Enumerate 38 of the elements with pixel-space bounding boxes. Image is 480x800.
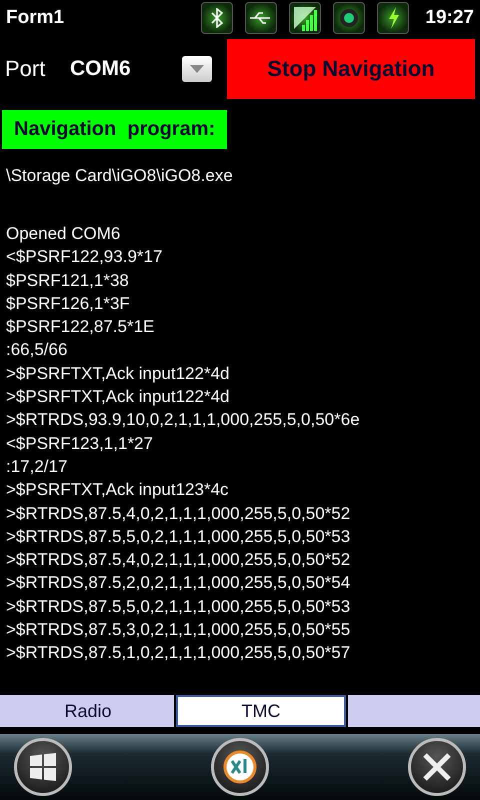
window-title: Form1 [6, 7, 66, 29]
camera-icon[interactable] [333, 2, 366, 34]
log-line: >$PSRFTXT,Ack input123*4c [6, 479, 230, 502]
battery-charging-icon[interactable] [377, 2, 410, 34]
close-icon [422, 752, 452, 782]
port-value: COM6 [70, 57, 132, 81]
bluetooth-icon[interactable] [201, 2, 234, 34]
log-line: $PSRF122,87.5*1E [6, 316, 156, 338]
log-line: <$PSRF122,93.9*17 [6, 246, 164, 268]
log-line: >$RTRDS,87.5,5,0,2,1,1,1,000,255,5,0,50*53 [6, 596, 352, 618]
log-line: >$RTRDS,93.9,10,0,2,1,1,1,000,255,5,0,50*6e [6, 409, 361, 432]
clock-time: 19:27 [425, 7, 474, 29]
log-line: >$PSRFTXT,Ack input122*4d [6, 386, 230, 408]
log-line: >$RTRDS,87.5,1,0,2,1,1,1,000,255,5,0,50*57 [6, 642, 352, 664]
log-line: $PSRF121,1*38 [6, 270, 130, 292]
log-line: >$PSRFTXT,Ack input122*4d [6, 362, 230, 385]
log-line: >$RTRDS,87.5,3,0,2,1,1,1,000,255,5,0,50*55 [6, 619, 352, 642]
log-line: Opened COM6 [6, 223, 122, 245]
usb-icon[interactable] [245, 2, 278, 34]
log-line: >$RTRDS,87.5,4,0,2,1,1,1,000,255,5,0,50*52 [6, 502, 352, 525]
keyboard-logo-icon [223, 750, 257, 784]
log-line: :17,2/17 [6, 456, 68, 478]
caret-icon [190, 65, 204, 73]
port-label: Port [5, 56, 46, 82]
log-line: >$RTRDS,87.5,5,0,2,1,1,1,000,255,5,0,50*53 [6, 526, 352, 548]
log-line: <$PSRF123,1,1*27 [6, 432, 154, 455]
log-line: $PSRF126,1*3F [6, 292, 131, 315]
tab[interactable]: Radio [0, 695, 176, 727]
tab[interactable]: TMC [176, 695, 346, 727]
dropdown-button[interactable] [182, 56, 212, 82]
stop-navigation-button[interactable]: Stop Navigation [227, 39, 475, 99]
log-line: >$RTRDS,87.5,2,0,2,1,1,1,000,255,5,0,50*54 [6, 572, 352, 594]
windows-flag-icon [28, 753, 58, 781]
program-path: \Storage Card\iGO8\iGO8.exe [6, 166, 234, 186]
signal-icon[interactable] [289, 2, 322, 34]
log-line: :66,5/66 [6, 339, 68, 362]
log-line: >$RTRDS,87.5,4,0,2,1,1,1,000,255,5,0,50*52 [6, 549, 352, 572]
navigation-program-label: Navigation program: [2, 110, 228, 149]
